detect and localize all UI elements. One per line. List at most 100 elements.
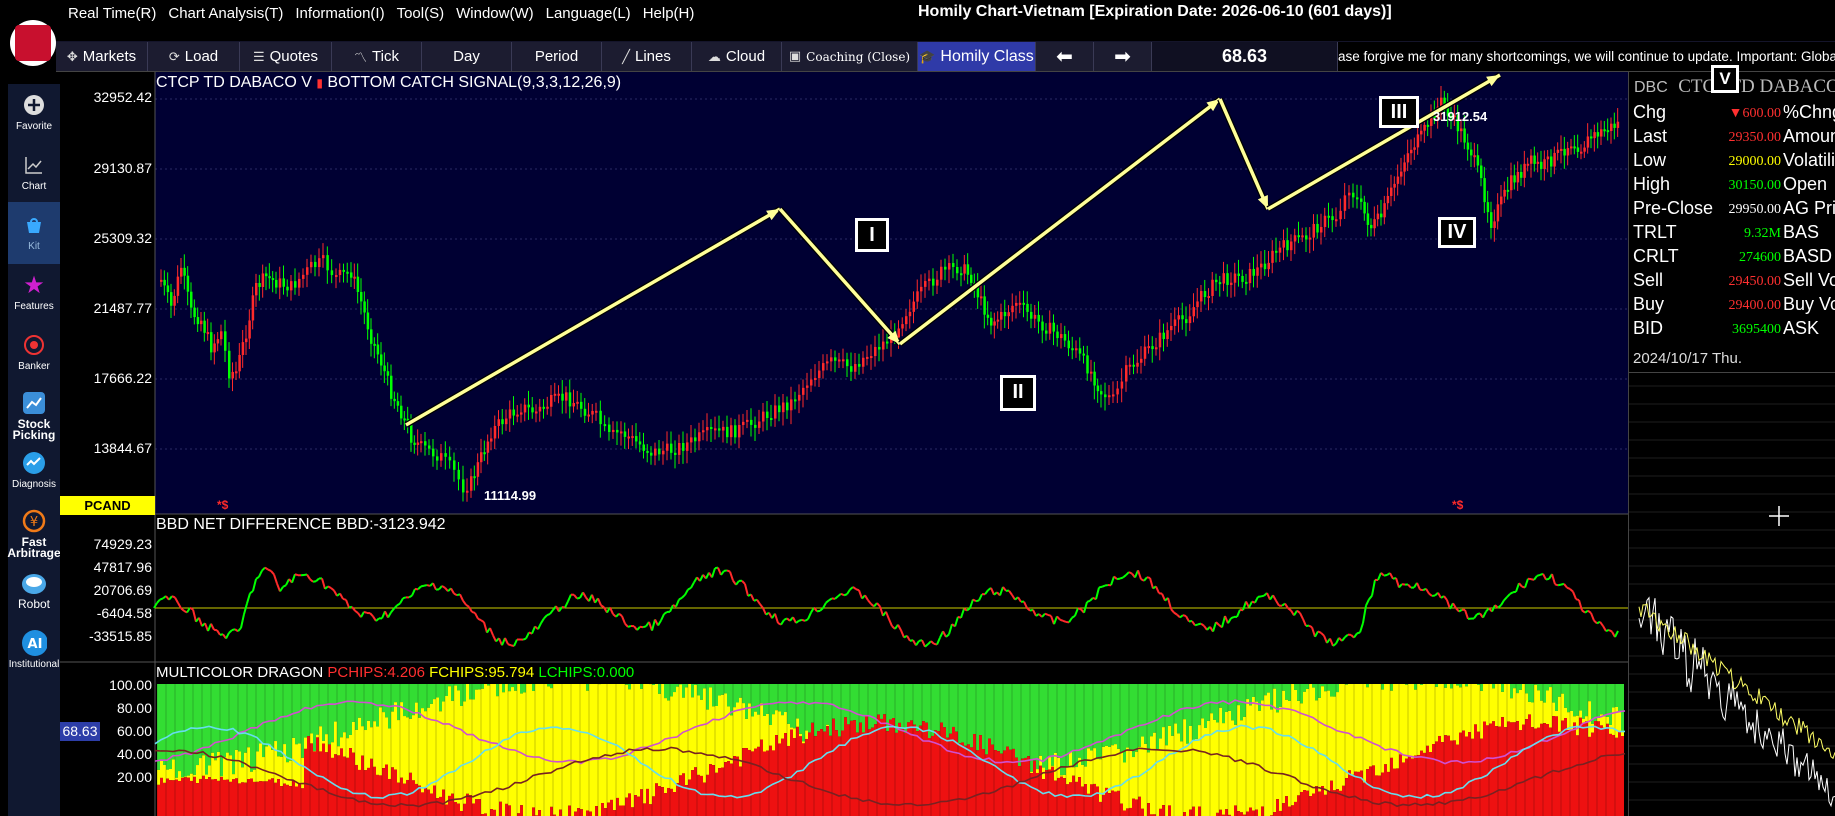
dragon-bar-green <box>1318 684 1321 698</box>
dragon-bar-green <box>1117 684 1120 749</box>
markets-button[interactable]: ✥ Markets <box>56 42 148 71</box>
sidebar-item-chart[interactable]: Chart <box>8 152 60 192</box>
sidebar-item-institutional[interactable]: AI Institutional <box>8 630 60 670</box>
dragon-bar-red <box>1390 757 1393 816</box>
bbd-segment <box>324 585 329 590</box>
dragon-bar-green <box>502 684 505 693</box>
sidebar-item-stock-picking[interactable]: Stock Picking <box>8 390 60 441</box>
candle-body <box>1015 302 1018 306</box>
dragon-bar-green <box>796 684 799 719</box>
quote-row: High 30150.00 Open <box>1633 174 1835 198</box>
dragon-bar-red <box>655 783 658 816</box>
dragon-bar-yellow <box>178 771 181 781</box>
bbd-segment <box>1287 607 1292 612</box>
candle-body <box>858 364 861 367</box>
forward-arrow-button[interactable]: ➡ <box>1094 42 1152 71</box>
candle-body <box>1067 340 1070 349</box>
cloud-button[interactable]: ☁ Cloud <box>692 42 782 71</box>
svg-text:¥: ¥ <box>30 515 38 530</box>
menu-help[interactable]: Help(H) <box>643 5 695 22</box>
menu-information[interactable]: Information(I) <box>295 5 384 22</box>
dragon-bar-red <box>1552 716 1555 816</box>
dragon-bar-red <box>454 801 457 816</box>
chart-area[interactable]: CTCP TD DABACO V ▮ BOTTOM CATCH SIGNAL(9… <box>60 65 1739 816</box>
dragon-bar-red <box>676 783 679 816</box>
homily-class-button[interactable]: 🎓 Homily Class <box>918 42 1036 71</box>
candle-body <box>531 407 534 413</box>
dragon-bar-yellow <box>730 715 733 764</box>
candle-body <box>322 255 325 259</box>
bbd-segment <box>180 607 185 612</box>
dragon-bar-yellow <box>1573 716 1576 723</box>
dragon-bar-green <box>1615 684 1618 707</box>
dragon-bar-yellow <box>214 760 217 780</box>
dragon-bar-red <box>205 779 208 816</box>
dragon-bar-red <box>418 785 421 816</box>
bbd-segment <box>1575 598 1580 602</box>
chart-canvas[interactable] <box>60 72 1628 816</box>
dragon-bar-green <box>1015 684 1018 758</box>
menu-window[interactable]: Window(W) <box>456 5 534 22</box>
sidebar-item-kit[interactable]: Kit <box>8 202 60 264</box>
dragon-bar-red <box>181 777 184 816</box>
candle-body <box>758 421 761 428</box>
period-button[interactable]: Period <box>512 42 602 71</box>
dragon-bar-red <box>1192 806 1195 816</box>
candle-body <box>326 255 329 271</box>
candle-body <box>1393 183 1396 188</box>
menu-tool[interactable]: Tool(S) <box>397 5 445 22</box>
tick-button[interactable]: 〽 Tick <box>332 42 422 71</box>
dragon-bar-red <box>184 777 187 816</box>
candle-body <box>952 263 955 267</box>
y-tick: 25309.32 <box>93 230 152 246</box>
candle-body <box>396 401 400 406</box>
menu-chart-analysis[interactable]: Chart Analysis(T) <box>168 5 283 22</box>
dragon-bar-red <box>1354 771 1357 816</box>
day-button[interactable]: Day <box>422 42 512 71</box>
candle-body <box>505 418 508 425</box>
dragon-bar-red <box>700 775 703 816</box>
refresh-icon: ⟳ <box>168 48 180 64</box>
lines-button[interactable]: ╱ Lines <box>602 42 692 71</box>
dragon-bar-yellow <box>1561 693 1564 721</box>
mini-chart[interactable] <box>1629 376 1835 816</box>
dragon-bar-yellow <box>1162 727 1165 806</box>
dragon-bar-green <box>784 684 787 713</box>
bbd-segment <box>681 594 686 599</box>
bbd-segment <box>774 613 779 624</box>
dragon-bar-yellow <box>1564 707 1567 719</box>
dragon-bar-red <box>721 767 724 816</box>
candle-body <box>330 270 334 276</box>
back-arrow-button[interactable]: ⬅ <box>1036 42 1094 71</box>
dragon-bar-green <box>1336 684 1339 693</box>
menu-language[interactable]: Language(L) <box>546 5 631 22</box>
dragon-value-badge: 68.63 <box>60 722 100 741</box>
stock-name-short: CTCP TD DABACO <box>1678 76 1835 97</box>
dragon-bar-green <box>1204 684 1207 729</box>
sidebar-item-diagnosis[interactable]: Diagnosis <box>8 450 60 490</box>
candle-body <box>238 354 241 372</box>
candle-body <box>1493 221 1496 228</box>
menu-real-time[interactable]: Real Time(R) <box>68 5 156 22</box>
candle-body <box>722 426 725 431</box>
dragon-bar-yellow <box>289 760 292 787</box>
quotes-button[interactable]: ☰ Quotes <box>240 42 332 71</box>
coaching-button[interactable]: ▣ Coaching (Close) <box>782 42 918 71</box>
dragon-bar-red <box>1366 769 1369 816</box>
sidebar-item-banker[interactable]: Banker <box>8 332 60 372</box>
candle-body <box>1260 263 1263 268</box>
sidebar-item-fast-arbitrage[interactable]: ¥ Fast Arbitrage <box>7 508 61 559</box>
load-button[interactable]: ⟳ Load <box>148 42 240 71</box>
candle-body <box>1060 334 1063 339</box>
dragon-bar-red <box>394 769 397 816</box>
dragon-bar-yellow <box>592 684 595 816</box>
dragon-bar-red <box>304 748 307 816</box>
sidebar-item-features[interactable]: ★ Features <box>8 272 60 313</box>
bbd-segment <box>306 574 311 580</box>
sidebar-item-favorite[interactable]: Favorite <box>8 92 60 132</box>
dragon-bar-yellow <box>1366 687 1369 770</box>
dragon-bar-red <box>823 731 826 816</box>
quote-value: 29000.00 <box>1728 154 1782 169</box>
sidebar-item-robot[interactable]: Robot <box>8 570 60 610</box>
candle-body <box>1513 175 1516 183</box>
